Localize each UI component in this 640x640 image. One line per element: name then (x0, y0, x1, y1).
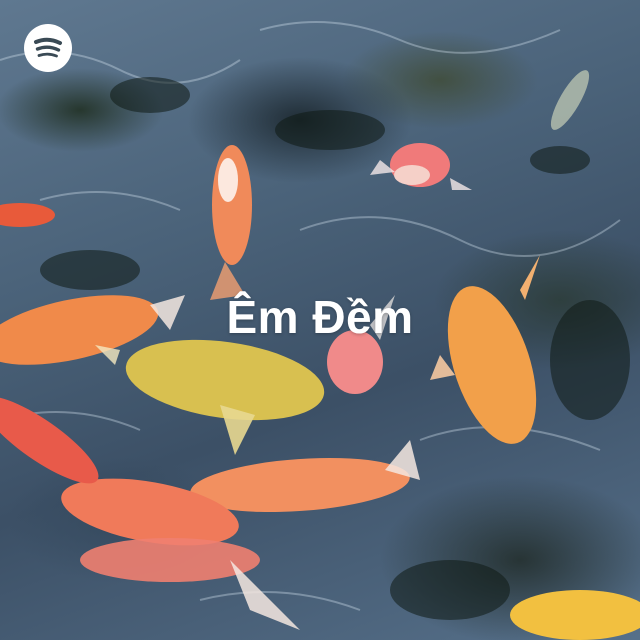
spotify-logo (24, 24, 72, 72)
koi-fish (370, 143, 472, 190)
koi-fish (95, 339, 325, 455)
playlist-title: Êm Đềm (226, 291, 414, 343)
koi-fish (550, 70, 590, 130)
koi-fish (430, 255, 540, 444)
koi-fish (0, 396, 420, 630)
playlist-cover: Êm Đềm (0, 0, 640, 640)
spotify-icon (34, 37, 62, 58)
koi-fish (210, 145, 252, 300)
koi-fish (510, 590, 640, 640)
